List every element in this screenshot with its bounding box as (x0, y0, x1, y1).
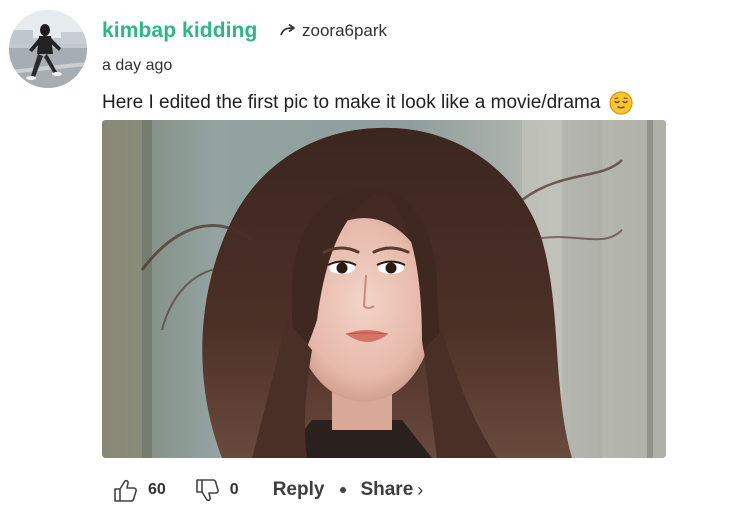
reply-button[interactable]: Reply (273, 479, 325, 501)
relieved-face-emoji-icon (609, 91, 634, 115)
like-count: 60 (148, 481, 166, 498)
share-button[interactable]: Share › (360, 479, 423, 501)
reply-arrow-icon (280, 23, 295, 36)
comment-actions: 60 0 Reply Share › (112, 476, 423, 504)
dislike-count: 0 (229, 481, 239, 498)
attached-photo[interactable] (102, 120, 666, 458)
author-name[interactable]: kimbap kidding (102, 19, 257, 43)
comment-text: Here I edited the first pic to make it l… (102, 92, 601, 113)
portrait-photo-image (102, 120, 666, 458)
share-label: Share (360, 479, 414, 500)
thumbs-up-icon (114, 479, 137, 502)
reply-to-user-link[interactable]: zoora6park (279, 21, 387, 41)
avatar-image (9, 10, 87, 88)
like-button[interactable]: 60 (112, 478, 166, 503)
avatar[interactable] (9, 10, 87, 88)
reply-to-username: zoora6park (302, 21, 388, 40)
timestamp: a day ago (102, 57, 173, 74)
dislike-button[interactable]: 0 (194, 478, 239, 503)
comment-body: Here I edited the first pic to make it l… (102, 91, 634, 115)
thumbs-down-icon (195, 478, 219, 501)
separator-dot (340, 487, 347, 493)
chevron-right-icon: › (417, 479, 424, 500)
